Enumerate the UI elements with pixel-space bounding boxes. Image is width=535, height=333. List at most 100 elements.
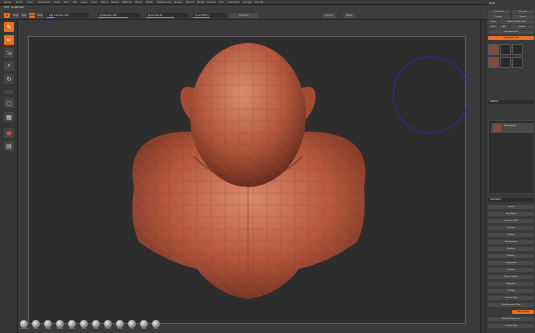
normal-map-button[interactable]: Normal Map xyxy=(512,310,534,314)
tool-thumbnail[interactable] xyxy=(500,44,511,55)
dynamic-button[interactable]: Dynamic xyxy=(230,13,258,18)
uv-map-button[interactable]: UV Map xyxy=(488,289,534,293)
menu-item[interactable]: Stroke xyxy=(197,1,205,4)
rgb-toggle[interactable]: Rgb xyxy=(21,13,27,18)
menu-item[interactable]: Macro xyxy=(101,1,108,4)
menu-item[interactable]: Zscript xyxy=(255,1,263,4)
geometry-section-header[interactable]: Geometry xyxy=(488,198,534,202)
canvas[interactable]: Standard Move ClayB DamSt hPolish Pinch … xyxy=(18,20,480,333)
goz-button[interactable]: GoZ xyxy=(488,25,498,29)
brush-standard-icon[interactable] xyxy=(20,320,28,328)
tool-thumbnail[interactable] xyxy=(512,44,523,55)
menu-item[interactable]: Picker xyxy=(146,1,153,4)
texture-map-button[interactable]: Texture Map xyxy=(488,296,534,300)
brush-pinch-icon[interactable] xyxy=(80,320,88,328)
material-sphere-icon[interactable]: ● xyxy=(4,128,14,138)
unified-skin-button[interactable]: Unified Skin xyxy=(488,324,534,328)
menu-item[interactable]: Layer xyxy=(81,1,88,4)
brush-damstandard-icon[interactable] xyxy=(56,320,64,328)
tool-thumbnail[interactable] xyxy=(512,57,523,68)
surface-button[interactable]: Surface xyxy=(488,233,534,237)
import-button[interactable]: Import xyxy=(488,15,510,19)
draw-icon[interactable]: ✏ xyxy=(4,35,14,45)
brush-inflate-icon[interactable] xyxy=(92,320,100,328)
menu-item[interactable]: Light xyxy=(91,1,97,4)
document-area[interactable] xyxy=(28,36,467,325)
menu-item[interactable]: Draw xyxy=(54,1,60,4)
visibility-button[interactable]: Visibility xyxy=(488,254,534,258)
polypaint-button[interactable]: Polypaint xyxy=(488,282,534,286)
load-tool-button[interactable]: Load Tool xyxy=(488,10,510,14)
menu-item[interactable]: Stencil xyxy=(186,1,194,4)
palette-title: Tool xyxy=(489,1,495,5)
menu-item[interactable]: Zplugin xyxy=(243,1,252,4)
brush-move-icon[interactable] xyxy=(32,320,40,328)
clone-button[interactable]: Clone xyxy=(488,20,498,24)
menu-item[interactable]: Document xyxy=(38,1,50,4)
brush-clip-icon[interactable] xyxy=(128,320,136,328)
visible-button[interactable]: Visible xyxy=(510,25,534,29)
menu-item[interactable]: Alpha xyxy=(4,1,11,4)
brush-hpolish-icon[interactable] xyxy=(68,320,76,328)
rgb-intensity-slider[interactable]: Rgb Intensity 100 xyxy=(47,13,89,18)
polyframe-icon[interactable]: ▦ xyxy=(4,112,14,122)
brush-trimdynamic-icon[interactable] xyxy=(104,320,112,328)
brush-slash-icon[interactable] xyxy=(152,320,160,328)
menu-item[interactable]: Brush xyxy=(16,1,23,4)
displacement-map-button[interactable]: Displacement Map xyxy=(488,303,534,307)
layers-button[interactable]: Layers xyxy=(488,205,534,209)
polygroups-button[interactable]: Polygroups xyxy=(488,261,534,265)
contact-button[interactable]: Contact xyxy=(488,268,534,272)
brush-planar-icon[interactable] xyxy=(116,320,124,328)
draw-size-slider[interactable]: Draw Size 64 xyxy=(146,13,188,18)
lightbox-tools-button[interactable]: Lightbox▸Tools xyxy=(488,30,534,34)
sculpt-model[interactable] xyxy=(29,37,467,325)
menu-item[interactable]: Texture xyxy=(207,1,216,4)
subtool-section-header[interactable]: SubTool xyxy=(488,100,534,104)
menu-item[interactable]: Movie xyxy=(135,1,142,4)
menu-item[interactable]: Marker xyxy=(111,1,119,4)
focal-shift-slider[interactable]: Focal Shift 0 xyxy=(193,13,227,18)
geometry-hd-button[interactable]: Geometry HD xyxy=(488,219,534,223)
fibermesh-button[interactable]: FiberMesh xyxy=(488,212,534,216)
gradient-icon[interactable]: ▤ xyxy=(4,141,14,151)
persp-button[interactable]: Persp xyxy=(343,13,355,18)
current-tool-slider[interactable]: Dwarf_bust. 48 xyxy=(488,36,534,40)
menu-item[interactable]: Edit xyxy=(64,1,69,4)
morph-target-button[interactable]: Morph Target xyxy=(488,275,534,279)
all-button[interactable]: All xyxy=(499,25,509,29)
tool-thumbnail[interactable] xyxy=(500,57,511,68)
mrgb-button[interactable]: M xyxy=(4,13,10,18)
masking-button[interactable]: Masking xyxy=(488,247,534,251)
subtool-row[interactable]: Dwarf_bust xyxy=(491,123,533,133)
brush-mask-icon[interactable] xyxy=(140,320,148,328)
preview-button[interactable]: Preview xyxy=(488,226,534,230)
display-properties-button[interactable]: Display Properties xyxy=(488,317,534,321)
slider-fill xyxy=(47,17,55,18)
frame-icon[interactable]: ▢ xyxy=(4,98,14,108)
mrgb-toggle[interactable]: Mrgb xyxy=(12,13,19,18)
move-icon[interactable]: ⇲ xyxy=(4,48,14,58)
scale-icon[interactable]: ⌕ xyxy=(4,61,14,71)
menu-item[interactable]: Preferences xyxy=(157,1,171,4)
save-as-button[interactable]: Save As xyxy=(512,10,534,14)
deformation-button[interactable]: Deformation xyxy=(488,240,534,244)
double-button[interactable]: Double xyxy=(322,13,336,18)
make-polymesh-button[interactable]: Make PolyMesh3D xyxy=(499,20,534,24)
menu-item[interactable]: Transform xyxy=(228,1,240,4)
tool-thumbnail[interactable] xyxy=(488,57,499,68)
menu-item[interactable]: Render xyxy=(174,1,183,4)
menu-item[interactable]: Material xyxy=(122,1,132,4)
zadd-button[interactable]: Zadd xyxy=(29,13,35,18)
z-intensity-slider[interactable]: Z Intensity 100 xyxy=(98,13,140,18)
brush-icon[interactable] xyxy=(4,90,14,94)
brush-clay-icon[interactable] xyxy=(44,320,52,328)
export-button[interactable]: Export xyxy=(512,15,534,19)
edit-icon[interactable]: ✎ xyxy=(4,22,14,32)
zsub-button[interactable]: Zsub xyxy=(37,13,43,18)
rotate-icon[interactable]: ↻ xyxy=(4,74,14,84)
menu-item[interactable]: Color xyxy=(27,1,33,4)
tool-thumbnail[interactable] xyxy=(488,44,499,55)
menu-item[interactable]: File xyxy=(73,1,77,4)
menu-item[interactable]: Tool xyxy=(219,1,224,4)
